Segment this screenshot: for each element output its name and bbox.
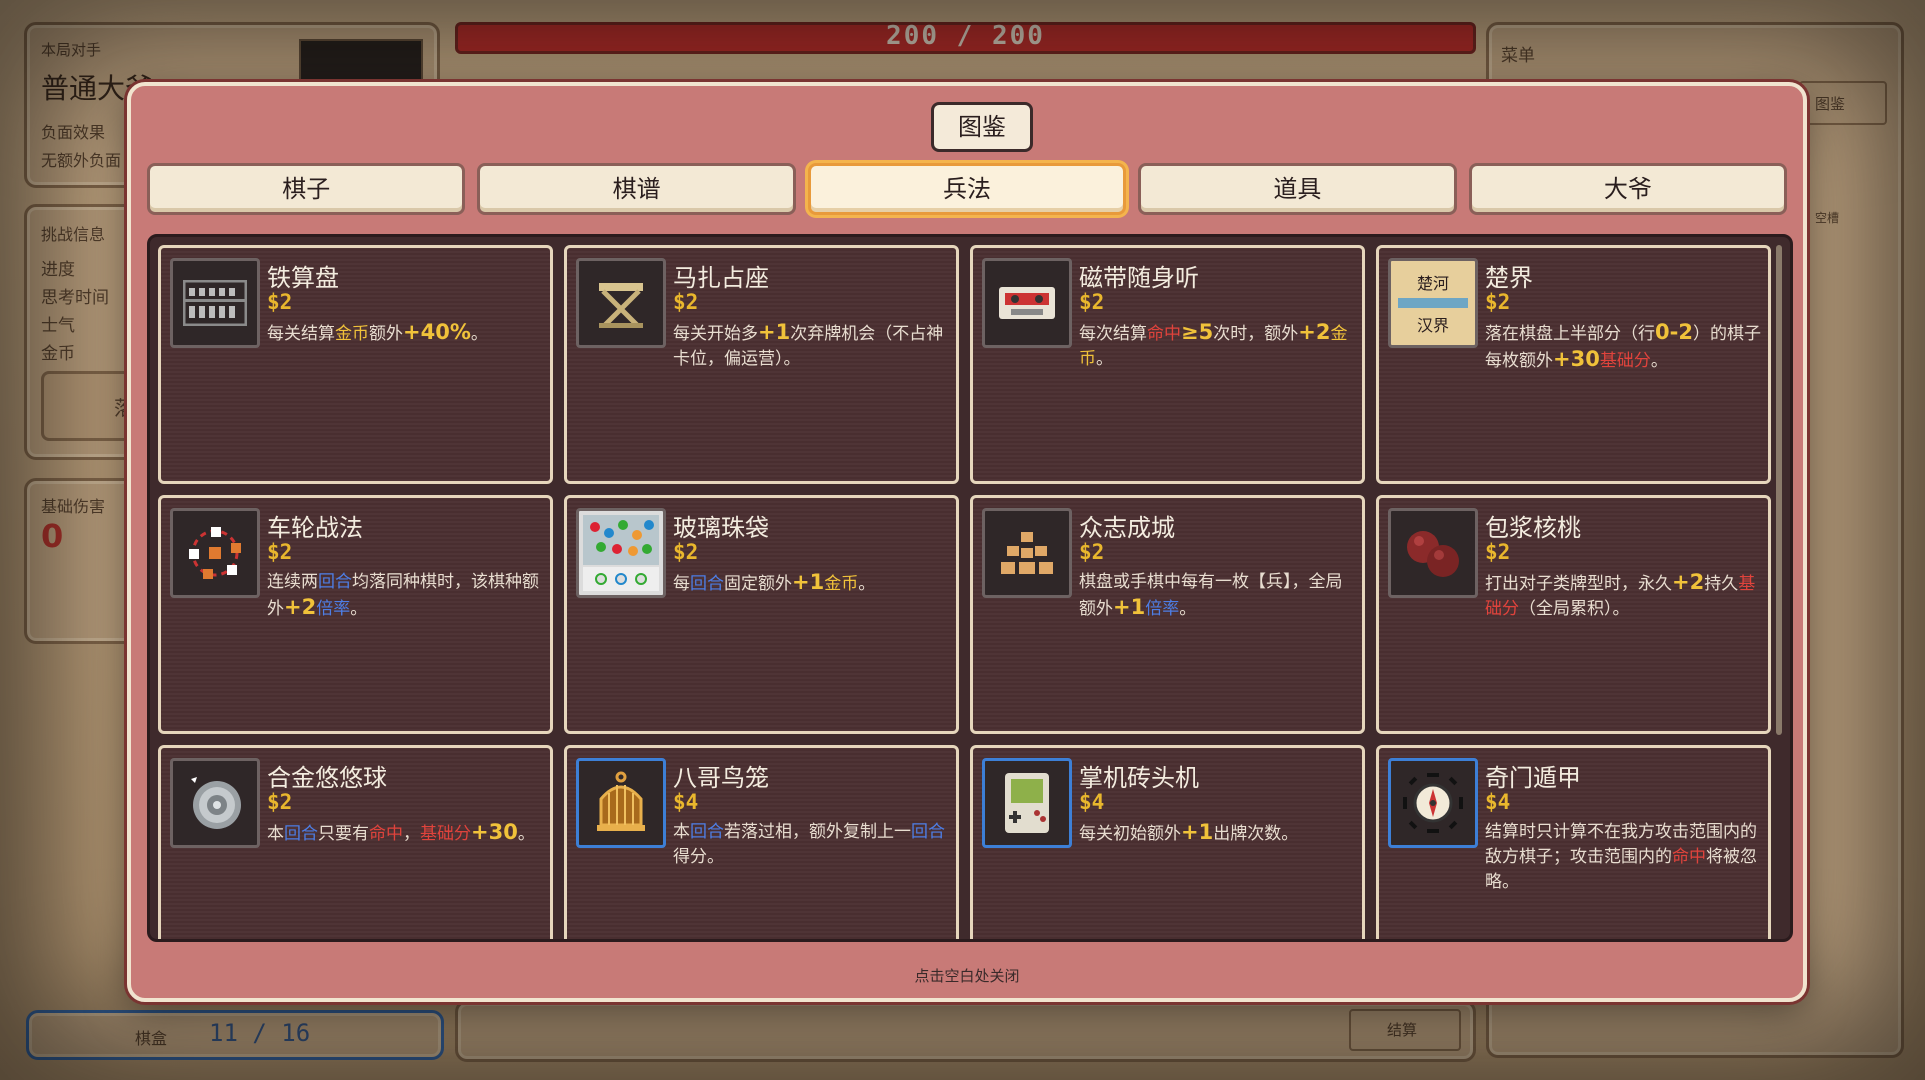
tab-tactics[interactable]: 兵法 (807, 163, 1127, 215)
modal-title: 图鉴 (931, 102, 1033, 152)
box-counter: 棋盒 11 / 16 (26, 1010, 444, 1060)
card-name: 玻璃珠袋 (673, 514, 769, 542)
river-band (1398, 298, 1468, 308)
river-text-top: 楚河 (1416, 274, 1449, 293)
card-price: $2 (267, 290, 293, 314)
hp-max: 200 (991, 21, 1045, 51)
card-price: $2 (1485, 540, 1511, 564)
card-desc: 每关初始额外+1出牌次数。 (1079, 820, 1299, 844)
empty-slot-label: 空槽 (1815, 211, 1840, 225)
card-name: 马扎占座 (673, 264, 769, 292)
progress-label: 进度 (41, 260, 75, 280)
tab-manuals[interactable]: 棋谱 (477, 163, 796, 215)
card-price: $4 (1485, 790, 1511, 814)
think-time-label: 思考时间 (41, 288, 109, 308)
folding-stool-icon (576, 258, 666, 348)
card-ci-dai-sui-shen-ting[interactable]: 磁带随身听 $2 每次结算命中≥5次时，额外+2金币。 (970, 245, 1365, 484)
card-desc: 每关开始多+1次弃牌机会（不占神卡位，偏运营）。 (673, 320, 944, 369)
handbook-modal: 图鉴 棋子 棋谱 兵法 道具 大爷 铁算盘 $2 每关结算金币额外+40%。 马… (127, 82, 1807, 1002)
handheld-console-icon (982, 758, 1072, 848)
hp-text: 200 / 200 (458, 21, 1473, 51)
card-name: 八哥鸟笼 (673, 764, 769, 792)
card-name: 包浆核桃 (1485, 514, 1581, 542)
card-desc: 棋盘或手棋中每有一枚【兵】，全局额外+1倍率。 (1079, 572, 1343, 619)
abacus-icon (170, 258, 260, 348)
card-he-jin-you-you-qiu[interactable]: 合金悠悠球 $2 本回合只要有命中，基础分+30。 (158, 745, 553, 939)
card-desc: 结算时只计算不在我方攻击范围内的敌方棋子；攻击范围内的命中将被忽略。 (1485, 822, 1757, 892)
handbook-button[interactable]: 图鉴 (1799, 81, 1887, 125)
card-price: $2 (267, 540, 293, 564)
card-price: $2 (673, 290, 699, 314)
card-chu-jie[interactable]: 楚河 汉界 楚界 $2 落在棋盘上半部分（行0-2）的棋子每枚额外+30基础分。 (1376, 245, 1771, 484)
crowd-icon (982, 508, 1072, 598)
card-price: $2 (1079, 290, 1105, 314)
river-text-bottom: 汉界 (1416, 316, 1449, 335)
card-qi-men-dun-jia[interactable]: 奇门遁甲 $4 结算时只计算不在我方攻击范围内的敌方棋子；攻击范围内的命中将被忽… (1376, 745, 1771, 939)
box-count: 11 / 16 (209, 1019, 311, 1047)
card-price: $2 (267, 790, 293, 814)
no-extra-label: 无额外负面 (41, 151, 122, 170)
card-name: 掌机砖头机 (1079, 764, 1199, 792)
negative-effect-label: 负面效果 (41, 123, 106, 142)
tab-bar: 棋子 棋谱 兵法 道具 大爷 (147, 163, 1788, 215)
marbles-icon (576, 508, 666, 598)
card-price: $2 (1485, 290, 1511, 314)
tab-grandpas[interactable]: 大爷 (1468, 163, 1788, 215)
card-zhong-zhi-cheng-cheng[interactable]: 众志成城 $2 棋盘或手棋中每有一枚【兵】，全局额外+1倍率。 (970, 495, 1365, 734)
box-label: 棋盒 (135, 1029, 168, 1048)
river-border-icon: 楚河 汉界 (1388, 258, 1478, 348)
card-desc: 每次结算命中≥5次时，额外+2金币。 (1079, 320, 1348, 369)
menu-label: 菜单 (1501, 46, 1535, 66)
card-desc: 落在棋盘上半部分（行0-2）的棋子每枚额外+30基础分。 (1485, 320, 1761, 371)
handbook-button-label: 图鉴 (1815, 95, 1846, 113)
hp-separator: / (956, 21, 975, 51)
card-desc: 连续两回合均落同种棋时，该棋种额外+2倍率。 (267, 572, 539, 619)
card-price: $2 (1079, 540, 1105, 564)
card-price: $4 (1079, 790, 1105, 814)
card-tie-suan-pan[interactable]: 铁算盘 $2 每关结算金币额外+40%。 (158, 245, 553, 484)
card-name: 合金悠悠球 (267, 764, 387, 792)
card-desc: 本回合只要有命中，基础分+30。 (267, 820, 535, 844)
card-price: $4 (673, 790, 699, 814)
card-desc: 打出对子类牌型时，永久+2持久基础分（全局累积）。 (1485, 570, 1756, 619)
tab-pieces[interactable]: 棋子 (147, 163, 466, 215)
card-name: 奇门遁甲 (1485, 764, 1581, 792)
base-damage-value: 0 (41, 517, 64, 555)
settle-button-label: 结算 (1387, 1021, 1418, 1039)
opponent-label: 本局对手 (41, 41, 102, 59)
card-name: 楚界 (1485, 264, 1533, 292)
hp-bar: 200 / 200 (455, 21, 1476, 54)
wheel-pieces-icon (170, 508, 260, 598)
card-list-scrollbar[interactable] (1776, 245, 1782, 735)
morale-label: 士气 (41, 316, 75, 336)
card-desc: 本回合若落过相，额外复制上一回合得分。 (673, 822, 945, 867)
card-desc: 每关结算金币额外+40%。 (267, 320, 488, 344)
cassette-icon (982, 258, 1072, 348)
card-ma-zha-zhan-zuo[interactable]: 马扎占座 $2 每关开始多+1次弃牌机会（不占神卡位，偏运营）。 (564, 245, 959, 484)
card-price: $2 (673, 540, 699, 564)
challenge-info-label: 挑战信息 (41, 225, 106, 244)
card-ba-ge-niao-long[interactable]: 八哥鸟笼 $4 本回合若落过相，额外复制上一回合得分。 (564, 745, 959, 939)
bagua-compass-icon (1388, 758, 1478, 848)
birdcage-icon (576, 758, 666, 848)
card-bao-jiang-he-tao[interactable]: 包浆核桃 $2 打出对子类牌型时，永久+2持久基础分（全局累积）。 (1376, 495, 1771, 734)
card-bo-li-zhu-dai[interactable]: 玻璃珠袋 $2 每回合固定额外+1金币。 (564, 495, 959, 734)
card-zhang-ji-zhuan-tou-ji[interactable]: 掌机砖头机 $4 每关初始额外+1出牌次数。 (970, 745, 1365, 939)
gold-label: 金币 (41, 344, 75, 364)
card-name: 铁算盘 (267, 264, 339, 292)
card-che-lun-zhan-fa[interactable]: 车轮战法 $2 连续两回合均落同种棋时，该棋种额外+2倍率。 (158, 495, 553, 734)
tab-items[interactable]: 道具 (1138, 163, 1457, 215)
walnuts-icon (1388, 508, 1478, 598)
card-name: 磁带随身听 (1079, 264, 1199, 292)
close-hint: 点击空白处关闭 (914, 967, 1020, 985)
base-damage-label: 基础伤害 (41, 497, 106, 516)
card-name: 车轮战法 (267, 514, 363, 542)
hp-current: 200 (886, 21, 940, 51)
card-name: 众志成城 (1079, 514, 1175, 542)
card-list[interactable]: 铁算盘 $2 每关结算金币额外+40%。 马扎占座 $2 每关开始多+1次弃牌机… (147, 234, 1793, 942)
settle-button[interactable]: 结算 (1349, 1009, 1461, 1051)
yoyo-icon (170, 758, 260, 848)
board-bottom: 结算 (455, 1000, 1476, 1062)
card-desc: 每回合固定额外+1金币。 (673, 570, 876, 594)
